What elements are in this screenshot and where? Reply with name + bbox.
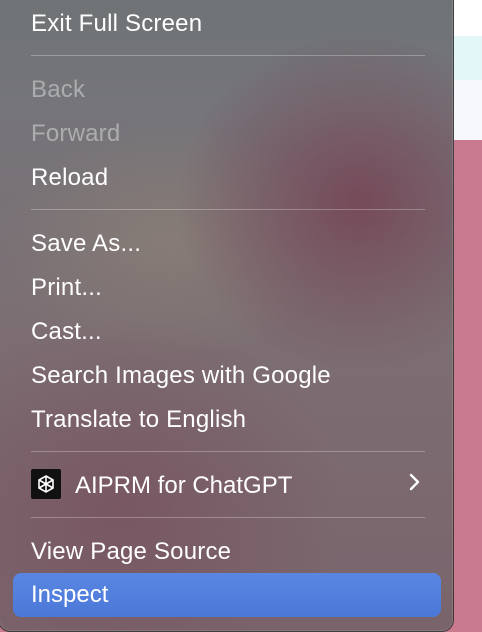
menu-item-forward[interactable]: Forward <box>31 119 120 149</box>
chevron-right-icon <box>405 467 425 497</box>
menu-item-back[interactable]: Back <box>31 75 85 105</box>
menu-item-save-as[interactable]: Save As... <box>31 229 141 259</box>
menu-separator <box>31 209 425 210</box>
menu-item-label: AIPRM for ChatGPT <box>75 472 293 499</box>
menu-separator <box>31 517 425 518</box>
menu-item-reload[interactable]: Reload <box>31 163 108 193</box>
menu-separator <box>31 55 425 56</box>
menu-item-exit-full-screen[interactable]: Exit Full Screen <box>31 9 202 39</box>
menu-item-view-page-source[interactable]: View Page Source <box>31 537 231 567</box>
menu-item-cast[interactable]: Cast... <box>31 317 102 347</box>
aiprm-logo-icon <box>31 469 61 499</box>
menu-item-print[interactable]: Print... <box>31 273 102 303</box>
menu-item-search-images-with-google[interactable]: Search Images with Google <box>31 361 331 391</box>
menu-separator <box>31 451 425 452</box>
menu-item-label: Inspect <box>31 581 109 608</box>
menu-item-translate-to-english[interactable]: Translate to English <box>31 405 246 435</box>
menu-item-inspect[interactable]: Inspect <box>13 573 441 617</box>
context-menu: Exit Full Screen Back Forward Reload Sav… <box>0 0 454 632</box>
